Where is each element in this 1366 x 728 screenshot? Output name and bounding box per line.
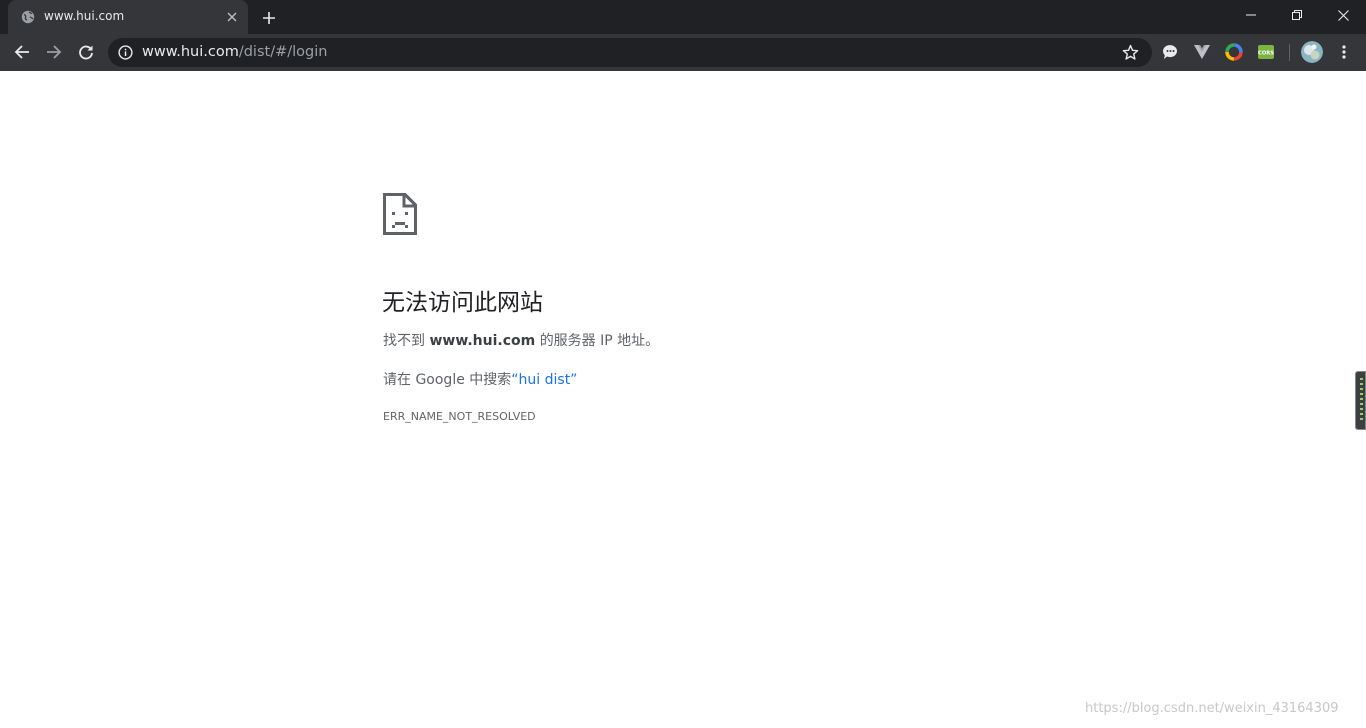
restore-icon bbox=[1292, 10, 1302, 20]
vue-devtools-icon bbox=[1194, 45, 1210, 59]
extension-color-wheel[interactable] bbox=[1224, 42, 1244, 62]
error-description-suffix: 的服务器 IP 地址。 bbox=[539, 333, 660, 349]
error-code: ERR_NAME_NOT_RESOLVED bbox=[383, 410, 536, 423]
cors-icon: CORS bbox=[1258, 45, 1274, 59]
browser-menu-button[interactable] bbox=[1334, 41, 1354, 63]
side-panel-handle[interactable] bbox=[1355, 371, 1366, 430]
address-bar[interactable]: www.hui.com/dist/#/login bbox=[108, 38, 1152, 67]
bookmark-star-icon[interactable] bbox=[1122, 44, 1139, 61]
search-suggestion: 请在 Google 中搜索“hui dist” bbox=[383, 369, 577, 389]
reload-button[interactable] bbox=[74, 40, 98, 64]
more-vertical-icon bbox=[1342, 45, 1346, 59]
extension-cors[interactable]: CORS bbox=[1256, 42, 1276, 62]
globe-icon bbox=[21, 10, 35, 24]
extension-speech-bubble[interactable] bbox=[1160, 42, 1180, 62]
error-description-prefix: 找不到 bbox=[383, 333, 425, 349]
tab-title: www.hui.com bbox=[44, 9, 125, 23]
url-path: /dist/#/login bbox=[238, 44, 328, 60]
url-host: www.hui.com bbox=[142, 44, 239, 60]
arrow-right-icon bbox=[47, 45, 62, 59]
search-suggestion-link[interactable]: “hui dist” bbox=[511, 372, 577, 388]
error-heading: 无法访问此网站 bbox=[382, 290, 543, 316]
profile-avatar[interactable] bbox=[1301, 41, 1323, 63]
close-icon bbox=[1337, 9, 1349, 21]
info-icon[interactable] bbox=[118, 45, 133, 60]
window-minimize-button[interactable] bbox=[1228, 0, 1274, 30]
error-description: 找不到 www.hui.com 的服务器 IP 地址。 bbox=[383, 330, 659, 350]
avatar-icon bbox=[1301, 41, 1323, 63]
page-content: 无法访问此网站 找不到 www.hui.com 的服务器 IP 地址。 请在 G… bbox=[0, 71, 1366, 728]
forward-button[interactable] bbox=[42, 40, 66, 64]
search-suggestion-prefix: 请在 Google 中搜索 bbox=[383, 372, 512, 388]
reload-icon bbox=[79, 45, 93, 60]
arrow-left-icon bbox=[14, 45, 29, 59]
browser-tab[interactable]: www.hui.com bbox=[8, 0, 248, 34]
toolbar-divider bbox=[1289, 44, 1290, 61]
browser-toolbar: www.hui.com/dist/#/login CORS bbox=[0, 34, 1366, 71]
back-button[interactable] bbox=[10, 40, 34, 64]
speech-bubble-icon bbox=[1163, 45, 1177, 59]
new-tab-button[interactable] bbox=[258, 7, 280, 29]
plus-icon bbox=[263, 12, 275, 24]
browser-titlebar: www.hui.com bbox=[0, 0, 1366, 34]
tab-close-button[interactable] bbox=[224, 9, 240, 25]
color-wheel-icon bbox=[1225, 43, 1243, 61]
extension-vue-devtools[interactable] bbox=[1192, 42, 1212, 62]
error-description-host: www.hui.com bbox=[429, 333, 536, 349]
watermark: https://blog.csdn.net/weixin_43164309 bbox=[1085, 701, 1339, 716]
url-text[interactable]: www.hui.com/dist/#/login bbox=[142, 44, 327, 60]
window-close-button[interactable] bbox=[1320, 0, 1366, 30]
window-restore-button[interactable] bbox=[1274, 0, 1320, 30]
cors-label: CORS bbox=[1258, 51, 1274, 57]
sad-page-icon bbox=[383, 193, 417, 235]
close-icon bbox=[227, 12, 237, 22]
minimize-icon bbox=[1246, 14, 1256, 16]
